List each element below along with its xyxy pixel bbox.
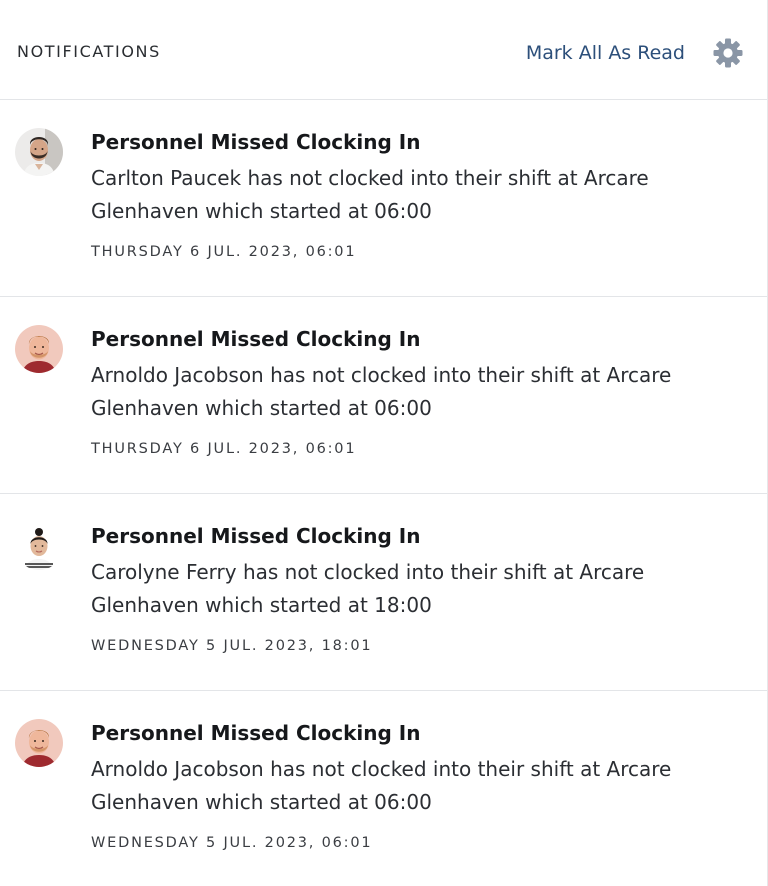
notifications-panel: NOTIFICATIONS Mark All As Read Personnel… bbox=[0, 0, 768, 886]
panel-title: NOTIFICATIONS bbox=[17, 42, 161, 61]
notification-title: Personnel Missed Clocking In bbox=[91, 130, 421, 154]
notification-body: Carlton Paucek has not clocked into thei… bbox=[91, 166, 649, 223]
notification-body: Arnoldo Jacobson has not clocked into th… bbox=[91, 757, 672, 814]
notification-body: Arnoldo Jacobson has not clocked into th… bbox=[91, 363, 672, 420]
notification-title: Personnel Missed Clocking In bbox=[91, 721, 421, 745]
avatar-man-redhead-icon bbox=[15, 325, 63, 373]
avatar-woman-icon bbox=[15, 522, 63, 570]
avatar-man-redhead-icon bbox=[15, 719, 63, 767]
notification-timestamp: THURSDAY 6 JUL. 2023, 06:01 bbox=[91, 441, 357, 457]
avatar bbox=[15, 522, 63, 570]
notification-timestamp: WEDNESDAY 5 JUL. 2023, 18:01 bbox=[91, 638, 373, 654]
avatar bbox=[15, 325, 63, 373]
avatar bbox=[15, 128, 63, 176]
notification-item[interactable]: Personnel Missed Clocking In Arnoldo Jac… bbox=[0, 297, 767, 494]
notification-body: Carolyne Ferry has not clocked into thei… bbox=[91, 560, 645, 617]
notification-title: Personnel Missed Clocking In bbox=[91, 524, 421, 548]
notification-item[interactable]: Personnel Missed Clocking In Arnoldo Jac… bbox=[0, 691, 767, 886]
notification-timestamp: THURSDAY 6 JUL. 2023, 06:01 bbox=[91, 244, 357, 260]
mark-all-as-read-link[interactable]: Mark All As Read bbox=[526, 42, 685, 64]
notification-item[interactable]: Personnel Missed Clocking In Carlton Pau… bbox=[0, 100, 767, 297]
notification-item[interactable]: Personnel Missed Clocking In Carolyne Fe… bbox=[0, 494, 767, 691]
notification-title: Personnel Missed Clocking In bbox=[91, 327, 421, 351]
notifications-header: NOTIFICATIONS Mark All As Read bbox=[0, 0, 767, 100]
avatar bbox=[15, 719, 63, 767]
notification-list: Personnel Missed Clocking In Carlton Pau… bbox=[0, 100, 767, 886]
notification-timestamp: WEDNESDAY 5 JUL. 2023, 06:01 bbox=[91, 835, 373, 851]
avatar-man-beard-icon bbox=[15, 128, 63, 176]
gear-icon[interactable] bbox=[711, 36, 745, 70]
